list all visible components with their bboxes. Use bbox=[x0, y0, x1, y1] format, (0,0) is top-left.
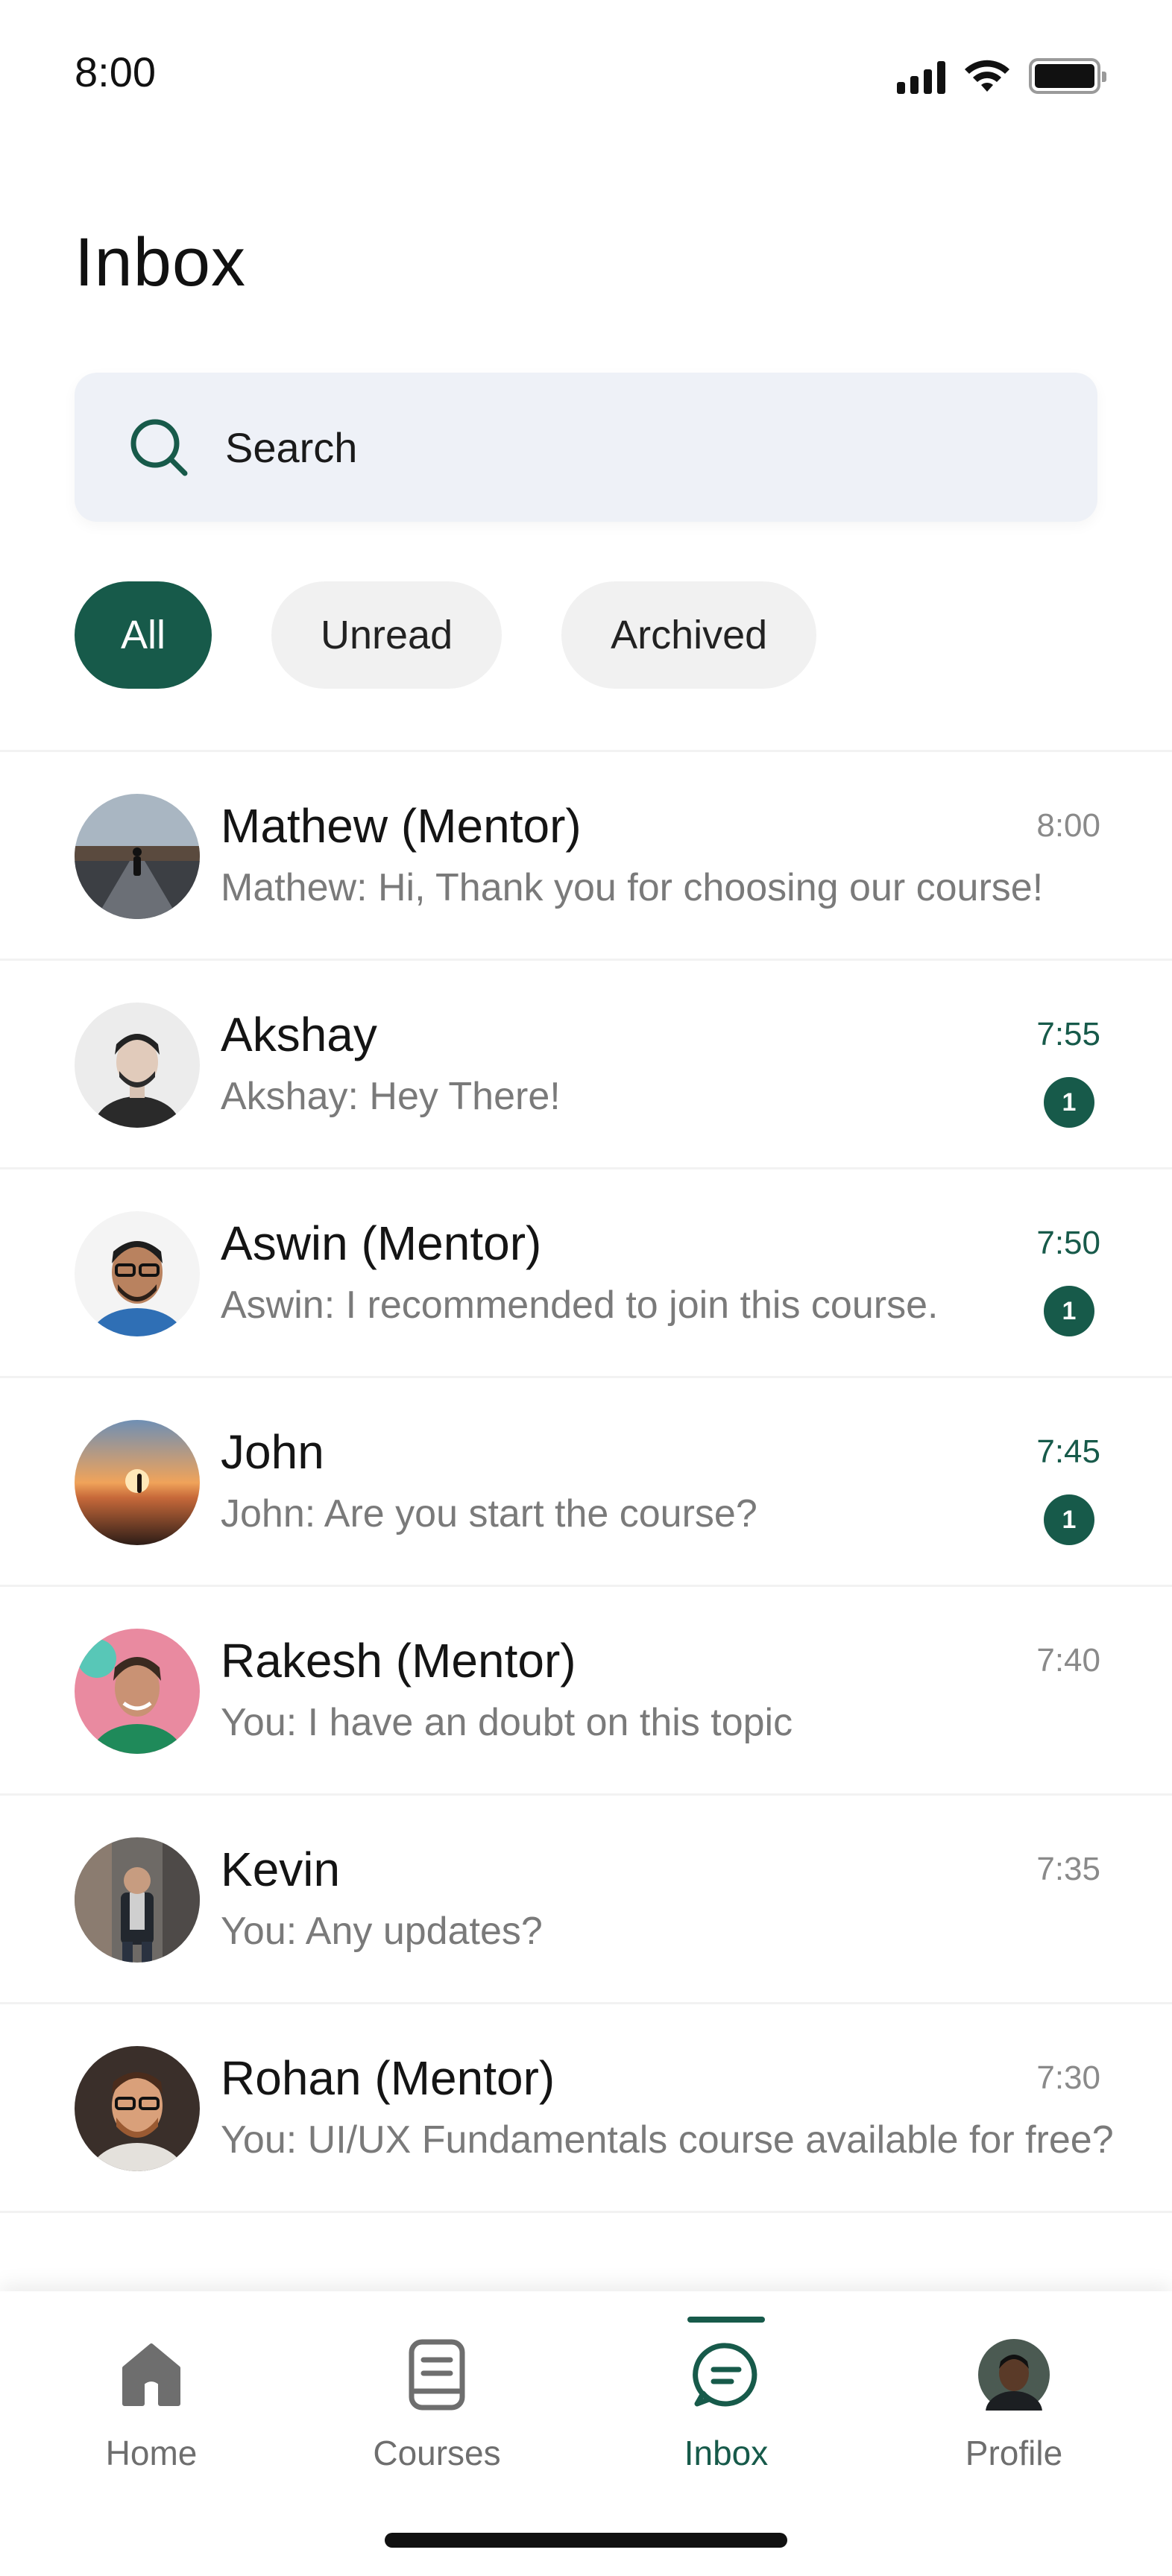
chat-name: John bbox=[221, 1425, 324, 1479]
nav-profile[interactable]: Profile bbox=[902, 2291, 1126, 2530]
battery-icon bbox=[1029, 58, 1106, 94]
chat-preview: Aswin: I recommended to join this course… bbox=[221, 1284, 939, 1327]
avatar bbox=[75, 794, 200, 919]
search-bar[interactable] bbox=[75, 373, 1097, 522]
chat-preview: You: I have an doubt on this topic bbox=[221, 1701, 793, 1744]
nav-courses-label: Courses bbox=[373, 2434, 501, 2472]
nav-courses[interactable]: Courses bbox=[325, 2291, 549, 2530]
nav-home[interactable]: Home bbox=[40, 2291, 263, 2530]
filter-chips: All Unread Archived bbox=[75, 581, 817, 689]
avatar bbox=[75, 1003, 200, 1128]
avatar bbox=[75, 1629, 200, 1754]
chat-bubble-icon bbox=[690, 2339, 762, 2411]
chat-name: Akshay bbox=[221, 1008, 377, 1061]
chat-row-john[interactable]: John John: Are you start the course? 7:4… bbox=[0, 1378, 1172, 1587]
avatar bbox=[75, 2046, 200, 2171]
home-icon bbox=[116, 2339, 187, 2411]
chat-preview: Akshay: Hey There! bbox=[221, 1075, 561, 1118]
chat-preview: Mathew: Hi, Thank you for choosing our c… bbox=[221, 866, 1044, 909]
chat-time: 7:55 bbox=[1036, 1016, 1100, 1052]
nav-home-label: Home bbox=[105, 2434, 198, 2472]
book-icon bbox=[401, 2339, 473, 2411]
status-time: 8:00 bbox=[75, 48, 156, 95]
signal-icon bbox=[897, 58, 945, 94]
chat-preview: You: UI/UX Fundamentals course available… bbox=[221, 2118, 1114, 2162]
chat-time: 7:40 bbox=[1036, 1642, 1100, 1679]
chat-row-rohan[interactable]: Rohan (Mentor) You: UI/UX Fundamentals c… bbox=[0, 2004, 1172, 2213]
nav-inbox[interactable]: Inbox bbox=[614, 2291, 838, 2530]
unread-badge: 1 bbox=[1044, 1286, 1094, 1336]
avatar bbox=[75, 1211, 200, 1336]
avatar bbox=[75, 1420, 200, 1545]
chat-time: 7:35 bbox=[1036, 1851, 1100, 1887]
filter-archived-chip[interactable]: Archived bbox=[561, 581, 817, 689]
chat-row-mathew[interactable]: Mathew (Mentor) Mathew: Hi, Thank you fo… bbox=[0, 752, 1172, 961]
chat-name: Rakesh (Mentor) bbox=[221, 1634, 576, 1688]
status-icons bbox=[897, 55, 1106, 97]
chat-name: Rohan (Mentor) bbox=[221, 2051, 555, 2105]
avatar bbox=[978, 2339, 1050, 2411]
chat-name: Aswin (Mentor) bbox=[221, 1216, 542, 1270]
filter-unread-chip[interactable]: Unread bbox=[271, 581, 502, 689]
chat-time: 7:45 bbox=[1036, 1433, 1100, 1470]
home-indicator bbox=[385, 2533, 787, 2548]
chat-row-aswin[interactable]: Aswin (Mentor) Aswin: I recommended to j… bbox=[0, 1169, 1172, 1378]
wifi-icon bbox=[965, 60, 1009, 92]
chat-time: 7:30 bbox=[1036, 2059, 1100, 2096]
unread-badge: 1 bbox=[1044, 1494, 1094, 1545]
page-title: Inbox bbox=[75, 224, 247, 300]
unread-badge: 1 bbox=[1044, 1077, 1094, 1128]
chat-row-kevin[interactable]: Kevin You: Any updates? 7:35 bbox=[0, 1796, 1172, 2004]
status-bar: 8:00 bbox=[0, 0, 1172, 149]
nav-active-indicator bbox=[687, 2317, 765, 2323]
filter-all-chip[interactable]: All bbox=[75, 581, 212, 689]
chat-preview: You: Any updates? bbox=[221, 1910, 543, 1953]
avatar bbox=[75, 1837, 200, 1963]
chat-row-rakesh[interactable]: Rakesh (Mentor) You: I have an doubt on … bbox=[0, 1587, 1172, 1796]
search-icon bbox=[130, 419, 188, 476]
chat-name: Mathew (Mentor) bbox=[221, 799, 582, 853]
chat-row-akshay[interactable]: Akshay Akshay: Hey There! 7:55 1 bbox=[0, 961, 1172, 1169]
search-input[interactable] bbox=[225, 423, 971, 472]
nav-inbox-label: Inbox bbox=[684, 2434, 769, 2472]
chat-time: 8:00 bbox=[1036, 807, 1100, 844]
chat-preview: John: Are you start the course? bbox=[221, 1492, 757, 1535]
nav-profile-label: Profile bbox=[965, 2434, 1063, 2472]
inbox-screen: 8:00 Inbox All Unread Archived bbox=[0, 0, 1172, 2576]
chat-time: 7:50 bbox=[1036, 1225, 1100, 1261]
chat-list: Mathew (Mentor) Mathew: Hi, Thank you fo… bbox=[0, 750, 1172, 2213]
chat-name: Kevin bbox=[221, 1843, 341, 1896]
